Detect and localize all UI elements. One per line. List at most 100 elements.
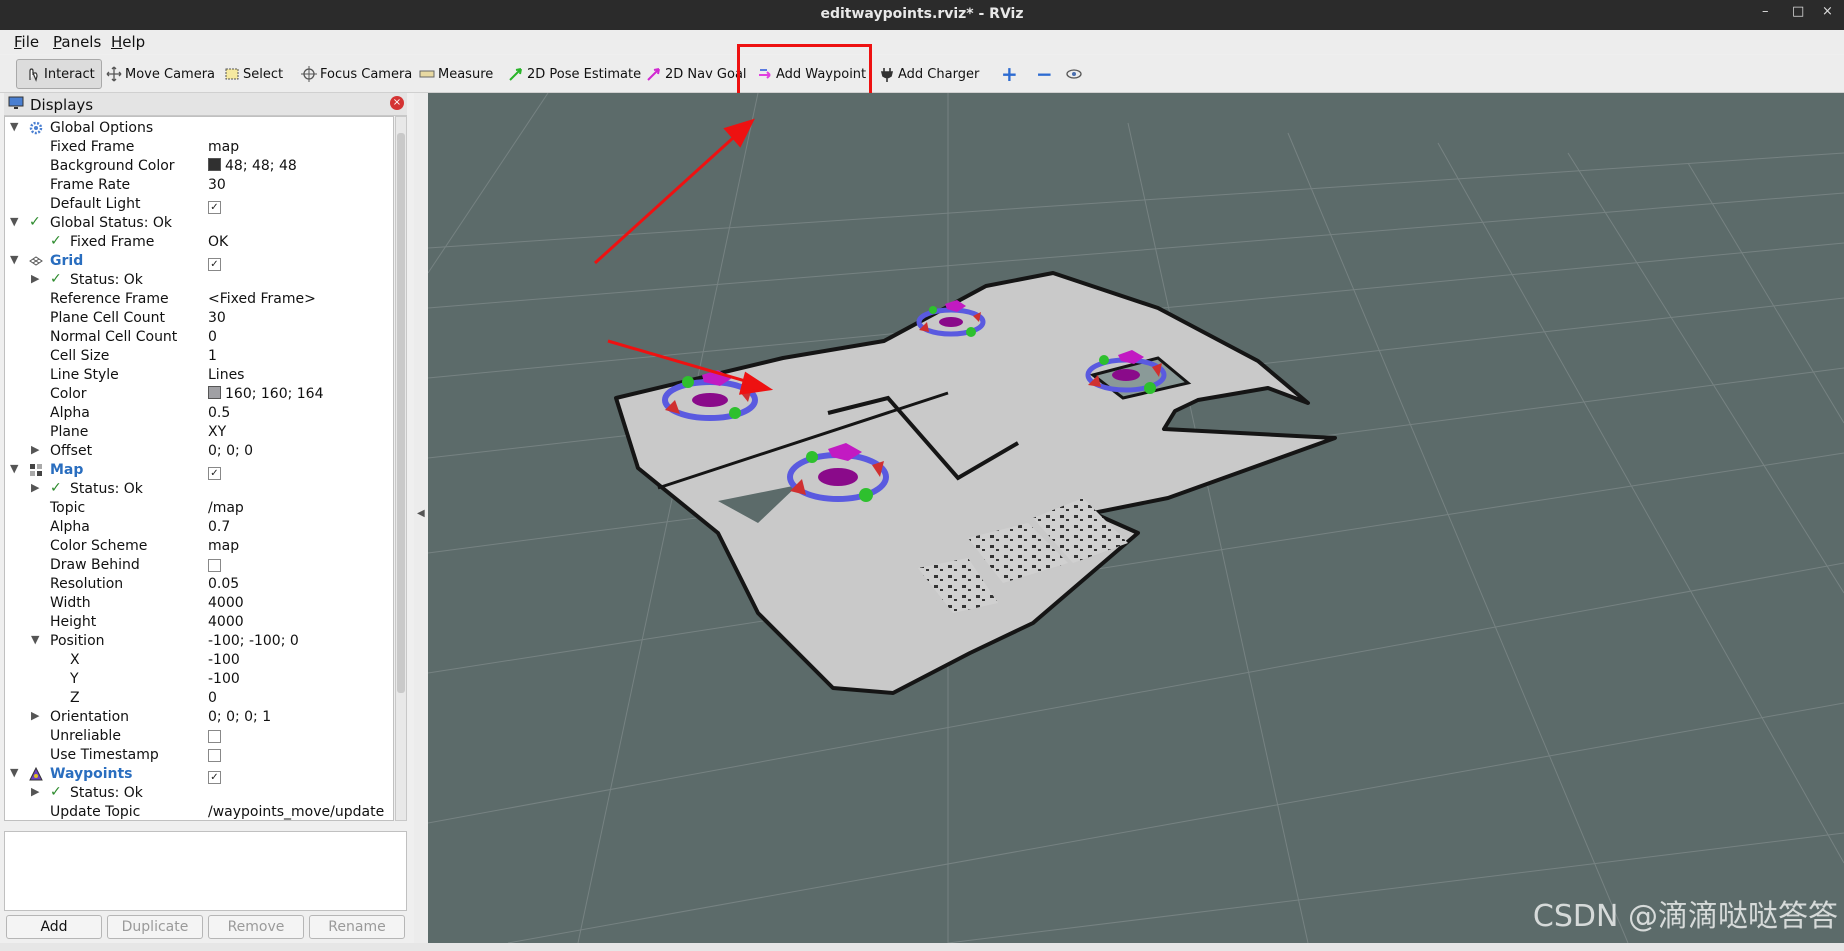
tree-row-orientation[interactable]: ▶ Orientation 0; 0; 0; 1 — [5, 708, 393, 727]
tree-row-height[interactable]: Height 4000 — [5, 613, 393, 632]
tree-row-value[interactable]: 0.5 — [208, 405, 230, 421]
tree-row-waypoints-status[interactable]: ▶ ✓ Status: Ok — [5, 784, 393, 803]
tree-row-value[interactable]: 0 — [208, 329, 217, 345]
tree-row-map-status[interactable]: ▶ ✓ Status: Ok — [5, 480, 393, 499]
tree-row-update-topic[interactable]: Update Topic /waypoints_move/update — [5, 803, 393, 820]
tree-row-fixed-frame-status[interactable]: ✓ Fixed Frame OK — [5, 233, 393, 252]
color-swatch[interactable] — [208, 386, 221, 399]
tree-row-map[interactable]: ▼ Map ✓ — [5, 461, 393, 480]
tree-row-z[interactable]: Z 0 — [5, 689, 393, 708]
tree-row-normal-cell-count[interactable]: Normal Cell Count 0 — [5, 328, 393, 347]
tree-row-topic[interactable]: Topic /map — [5, 499, 393, 518]
maximize-button[interactable]: □ — [1792, 4, 1804, 19]
default-light-checkbox[interactable]: ✓ — [208, 201, 221, 214]
tree-row-use-timestamp[interactable]: Use Timestamp — [5, 746, 393, 765]
expand-arrow-icon[interactable]: ▼ — [10, 253, 18, 266]
scrollbar-thumb[interactable] — [397, 133, 405, 693]
collapsed-arrow-icon[interactable]: ▶ — [31, 272, 39, 285]
tree-row-value[interactable]: /waypoints_move/update — [208, 804, 384, 820]
tree-row-frame-rate[interactable]: Frame Rate 30 — [5, 176, 393, 195]
expand-arrow-icon[interactable]: ▼ — [10, 120, 18, 133]
tree-row-grid[interactable]: ▼ Grid ✓ — [5, 252, 393, 271]
tree-row-value[interactable]: 0; 0; 0 — [208, 443, 253, 459]
add-tool-button[interactable]: + — [1001, 62, 1018, 86]
tree-row-value[interactable]: 0.7 — [208, 519, 230, 535]
select-tool-button[interactable]: Select — [224, 64, 283, 84]
tree-scrollbar[interactable] — [395, 116, 407, 821]
interact-tool-button[interactable]: Interact — [16, 59, 102, 89]
render-viewport[interactable]: CSDN @滴滴哒哒答答 — [428, 93, 1844, 943]
scene-canvas[interactable] — [428, 93, 1844, 943]
tree-row-unreliable[interactable]: Unreliable — [5, 727, 393, 746]
tree-row-value[interactable]: 1 — [208, 348, 217, 364]
expand-arrow-icon[interactable]: ▼ — [31, 633, 39, 646]
nav-goal-button[interactable]: 2D Nav Goal — [646, 64, 747, 84]
map-enable-checkbox[interactable]: ✓ — [208, 467, 221, 480]
pose-estimate-button[interactable]: 2D Pose Estimate — [508, 64, 641, 84]
tree-row-position[interactable]: ▼ Position -100; -100; 0 — [5, 632, 393, 651]
tree-row-color-scheme[interactable]: Color Scheme map — [5, 537, 393, 556]
collapsed-arrow-icon[interactable]: ▶ — [31, 785, 39, 798]
tree-row-reference-frame[interactable]: Reference Frame <Fixed Frame> — [5, 290, 393, 309]
unreliable-checkbox[interactable] — [208, 730, 221, 743]
collapsed-arrow-icon[interactable]: ▶ — [31, 481, 39, 494]
tree-row-value[interactable]: XY — [208, 424, 226, 440]
tree-row-background-color[interactable]: Background Color 48; 48; 48 — [5, 157, 393, 176]
tree-row-value[interactable]: 160; 160; 164 — [225, 386, 324, 402]
tree-row-x[interactable]: X -100 — [5, 651, 393, 670]
rename-display-button[interactable]: Rename — [309, 915, 405, 939]
close-panel-icon[interactable]: × — [390, 96, 404, 110]
tree-row-fixed-frame[interactable]: Fixed Frame map — [5, 138, 393, 157]
tree-row-grid-status[interactable]: ▶ ✓ Status: Ok — [5, 271, 393, 290]
duplicate-display-button[interactable]: Duplicate — [107, 915, 203, 939]
tree-row-value[interactable]: 30 — [208, 310, 226, 326]
collapsed-arrow-icon[interactable]: ▶ — [31, 443, 39, 456]
tree-row-waypoints[interactable]: ▼ Waypoints ✓ — [5, 765, 393, 784]
tree-row-plane-cell-count[interactable]: Plane Cell Count 30 — [5, 309, 393, 328]
focus-camera-button[interactable]: Focus Camera — [301, 64, 412, 84]
expand-arrow-icon[interactable]: ▼ — [10, 462, 18, 475]
use-timestamp-checkbox[interactable] — [208, 749, 221, 762]
grid-enable-checkbox[interactable]: ✓ — [208, 258, 221, 271]
tree-row-value[interactable]: 48; 48; 48 — [225, 158, 297, 174]
tree-row-y[interactable]: Y -100 — [5, 670, 393, 689]
minimize-button[interactable]: – — [1762, 4, 1769, 19]
menu-file[interactable]: File — [14, 33, 39, 51]
add-display-button[interactable]: Add — [6, 915, 102, 939]
close-button[interactable]: × — [1822, 4, 1833, 19]
tree-row-line-style[interactable]: Line Style Lines — [5, 366, 393, 385]
tree-row-value[interactable]: map — [208, 139, 239, 155]
tree-row-color[interactable]: Color 160; 160; 164 — [5, 385, 393, 404]
collapse-arrow-icon[interactable]: ◀ — [417, 508, 425, 519]
measure-tool-button[interactable]: Measure — [419, 64, 493, 84]
display-tree[interactable]: ▼ Global Options Fixed Frame map Backgro… — [4, 116, 394, 821]
tree-row-width[interactable]: Width 4000 — [5, 594, 393, 613]
tree-row-global-status[interactable]: ▼ ✓ Global Status: Ok — [5, 214, 393, 233]
tree-row-draw-behind[interactable]: Draw Behind — [5, 556, 393, 575]
color-swatch[interactable] — [208, 158, 221, 171]
tree-row-value[interactable]: Lines — [208, 367, 244, 383]
remove-display-button[interactable]: Remove — [208, 915, 304, 939]
tree-row-resolution[interactable]: Resolution 0.05 — [5, 575, 393, 594]
draw-behind-checkbox[interactable] — [208, 559, 221, 572]
collapsed-arrow-icon[interactable]: ▶ — [31, 709, 39, 722]
move-camera-button[interactable]: Move Camera — [106, 64, 215, 84]
tree-row-default-light[interactable]: Default Light ✓ — [5, 195, 393, 214]
tree-row-plane[interactable]: Plane XY — [5, 423, 393, 442]
expand-arrow-icon[interactable]: ▼ — [10, 766, 18, 779]
expand-arrow-icon[interactable]: ▼ — [10, 215, 18, 228]
remove-tool-button[interactable]: − — [1036, 62, 1053, 86]
waypoints-enable-checkbox[interactable]: ✓ — [208, 771, 221, 784]
tree-row-value[interactable]: /map — [208, 500, 244, 516]
tree-row-value[interactable]: map — [208, 538, 239, 554]
add-charger-button[interactable]: Add Charger — [879, 64, 979, 84]
tree-row-cell-size[interactable]: Cell Size 1 — [5, 347, 393, 366]
tree-row-value[interactable]: <Fixed Frame> — [208, 291, 316, 307]
tree-row-offset[interactable]: ▶ Offset 0; 0; 0 — [5, 442, 393, 461]
view-options-button[interactable] — [1066, 64, 1082, 84]
panel-splitter[interactable]: ◀ — [414, 93, 428, 943]
menu-help[interactable]: Help — [111, 33, 145, 51]
tree-row-map-alpha[interactable]: Alpha 0.7 — [5, 518, 393, 537]
tree-row-value[interactable]: 30 — [208, 177, 226, 193]
tree-row-alpha[interactable]: Alpha 0.5 — [5, 404, 393, 423]
